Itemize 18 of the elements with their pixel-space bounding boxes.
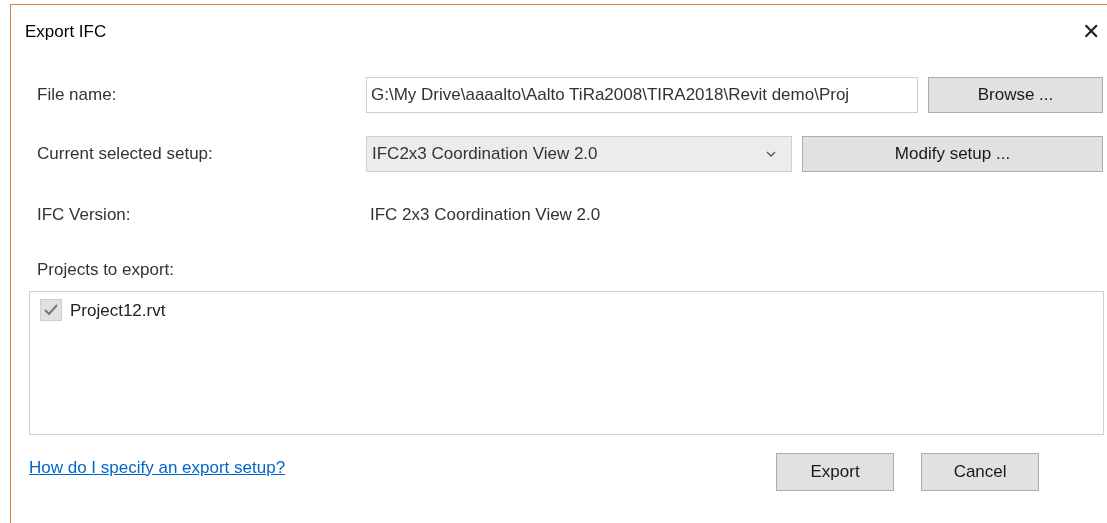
checkbox[interactable] <box>40 299 62 322</box>
section-label: Projects to export: <box>37 260 174 279</box>
ifc-version-value: IFC 2x3 Coordination View 2.0 <box>369 203 601 226</box>
field-label: Current selected setup: <box>36 142 214 165</box>
file-name-field[interactable]: G:\My Drive\aaaalto\Aalto TiRa2008\TIRA2018\Revit demo\Proj <box>366 76 918 113</box>
dialog-button[interactable]: Export <box>776 452 895 491</box>
close-button[interactable]: ✕ <box>1082 20 1100 43</box>
dialog-button[interactable]: Cancel <box>921 452 1040 491</box>
browse-button[interactable]: Browse ... <box>928 76 1103 113</box>
modify-setup-button[interactable]: Modify setup ... <box>802 135 1103 172</box>
chevron-down-icon <box>766 150 776 157</box>
check-icon <box>44 304 58 317</box>
field-label: File name: <box>36 83 118 106</box>
setup-dropdown[interactable]: IFC2x3 Coordination View 2.0 <box>366 135 792 172</box>
project-name: Project12.rvt <box>70 299 166 322</box>
help-link[interactable]: How do I specify an export setup? <box>29 454 286 480</box>
window-title: Export IFC <box>25 21 107 43</box>
field-label: IFC Version: <box>36 203 132 226</box>
